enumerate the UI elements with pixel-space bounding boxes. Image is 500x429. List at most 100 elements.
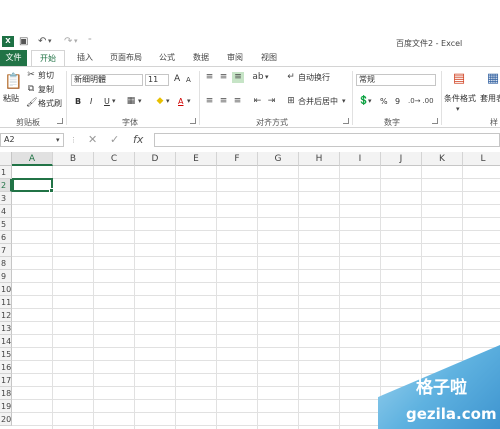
wrap-text-button[interactable]: 自动换行 bbox=[298, 72, 330, 83]
decrease-indent-icon[interactable]: ⇤ bbox=[252, 96, 263, 107]
percent-button[interactable]: % bbox=[380, 96, 388, 107]
tab-view[interactable]: 视图 bbox=[254, 50, 284, 66]
column-header[interactable]: E bbox=[176, 152, 217, 166]
clipboard-launcher-icon[interactable] bbox=[57, 118, 63, 124]
format-as-table-button[interactable]: 套用表格格 bbox=[480, 93, 500, 104]
redo-dropdown-icon[interactable]: ▾ bbox=[74, 36, 78, 47]
align-center-icon[interactable]: ≡ bbox=[218, 96, 229, 107]
conditional-formatting-icon[interactable]: ▤ bbox=[452, 70, 466, 88]
row-header[interactable]: 2 bbox=[0, 179, 12, 192]
merge-center-button[interactable]: 合并后居中 bbox=[298, 96, 338, 107]
row-header[interactable]: 4 bbox=[0, 205, 12, 218]
customize-toolbar-icon[interactable]: ⁼ bbox=[88, 36, 92, 47]
font-color-dropdown-icon[interactable]: ▾ bbox=[187, 96, 191, 107]
column-header[interactable]: A bbox=[12, 152, 53, 166]
select-all-button[interactable] bbox=[0, 152, 12, 166]
column-header[interactable]: C bbox=[94, 152, 135, 166]
paste-icon[interactable]: 📋 bbox=[4, 71, 23, 91]
comma-button[interactable]: 9 bbox=[395, 96, 400, 107]
bold-button[interactable]: B bbox=[75, 96, 81, 107]
wrap-text-icon[interactable]: ↵ bbox=[286, 72, 296, 83]
number-launcher-icon[interactable] bbox=[432, 118, 438, 124]
cut-button[interactable]: 剪切 bbox=[38, 70, 54, 81]
align-bottom-icon[interactable]: ≡ bbox=[232, 72, 244, 83]
fill-color-icon[interactable]: ◆ bbox=[155, 96, 165, 107]
font-name-select[interactable]: 新细明體 bbox=[71, 74, 143, 86]
row-header[interactable]: 12 bbox=[0, 309, 12, 322]
copy-icon[interactable]: ⧉ bbox=[26, 84, 36, 95]
orientation-dropdown-icon[interactable]: ▾ bbox=[265, 72, 269, 83]
tab-review[interactable]: 审阅 bbox=[220, 50, 250, 66]
cut-icon[interactable]: ✂ bbox=[26, 70, 36, 81]
row-header[interactable]: 15 bbox=[0, 348, 12, 361]
copy-button[interactable]: 复制 bbox=[38, 84, 54, 95]
name-box[interactable]: A2 bbox=[0, 133, 64, 147]
decrease-decimal-icon[interactable]: .00 bbox=[422, 96, 434, 107]
row-header[interactable]: 20 bbox=[0, 413, 12, 426]
format-painter-icon[interactable]: 🖌 bbox=[26, 98, 37, 109]
row-header[interactable]: 6 bbox=[0, 231, 12, 244]
fill-dropdown-icon[interactable]: ▾ bbox=[166, 96, 170, 107]
insert-function-icon[interactable]: fx bbox=[133, 133, 143, 147]
format-painter-button[interactable]: 格式刷 bbox=[38, 98, 62, 109]
border-dropdown-icon[interactable]: ▾ bbox=[138, 96, 142, 107]
border-icon[interactable]: ▦ bbox=[126, 96, 136, 107]
font-color-button[interactable]: A bbox=[178, 96, 183, 107]
tab-formulas[interactable]: 公式 bbox=[152, 50, 182, 66]
align-middle-icon[interactable]: ≡ bbox=[218, 72, 229, 83]
enter-icon[interactable]: ✓ bbox=[110, 133, 119, 147]
shrink-font-button[interactable]: A bbox=[186, 75, 191, 86]
row-header[interactable]: 17 bbox=[0, 374, 12, 387]
grow-font-button[interactable]: A bbox=[174, 74, 180, 85]
alignment-launcher-icon[interactable] bbox=[343, 118, 349, 124]
increase-indent-icon[interactable]: ⇥ bbox=[266, 96, 277, 107]
row-header[interactable]: 9 bbox=[0, 270, 12, 283]
column-header[interactable]: H bbox=[299, 152, 340, 166]
tab-page-layout[interactable]: 页面布局 bbox=[104, 50, 148, 66]
italic-button[interactable]: I bbox=[90, 96, 92, 107]
row-header[interactable]: 7 bbox=[0, 244, 12, 257]
format-as-table-icon[interactable]: ▦ bbox=[486, 70, 500, 88]
row-header[interactable]: 18 bbox=[0, 387, 12, 400]
fill-handle[interactable] bbox=[49, 188, 54, 193]
merge-dropdown-icon[interactable]: ▾ bbox=[342, 96, 346, 107]
column-header[interactable]: L bbox=[463, 152, 500, 166]
row-header[interactable]: 5 bbox=[0, 218, 12, 231]
tab-file[interactable]: 文件 bbox=[0, 50, 27, 66]
column-header[interactable]: B bbox=[53, 152, 94, 166]
column-header[interactable]: D bbox=[135, 152, 176, 166]
column-header[interactable]: K bbox=[422, 152, 463, 166]
row-header[interactable]: 8 bbox=[0, 257, 12, 270]
font-launcher-icon[interactable] bbox=[190, 118, 196, 124]
selected-cell[interactable] bbox=[12, 178, 53, 192]
align-top-icon[interactable]: ≡ bbox=[204, 72, 215, 83]
merge-center-icon[interactable]: ⊞ bbox=[286, 96, 296, 107]
underline-button[interactable]: U bbox=[104, 96, 110, 107]
row-header[interactable]: 19 bbox=[0, 400, 12, 413]
increase-decimal-icon[interactable]: .0→ bbox=[408, 96, 421, 107]
font-size-select[interactable]: 11 bbox=[145, 74, 169, 86]
tab-insert[interactable]: 插入 bbox=[70, 50, 100, 66]
column-header[interactable]: I bbox=[340, 152, 381, 166]
row-header[interactable]: 11 bbox=[0, 296, 12, 309]
row-header[interactable]: 14 bbox=[0, 335, 12, 348]
tab-home[interactable]: 开始 bbox=[31, 50, 65, 66]
row-header[interactable]: 1 bbox=[0, 166, 12, 179]
align-right-icon[interactable]: ≡ bbox=[232, 96, 243, 107]
name-box-dropdown-icon[interactable]: ▾ bbox=[56, 135, 60, 146]
column-header[interactable]: J bbox=[381, 152, 422, 166]
undo-icon[interactable]: ↶ bbox=[38, 36, 46, 47]
conditional-formatting-button[interactable]: 条件格式 bbox=[444, 93, 476, 104]
accounting-dropdown-icon[interactable]: ▾ bbox=[368, 96, 372, 107]
formula-input[interactable] bbox=[154, 133, 500, 147]
redo-icon[interactable]: ↷ bbox=[64, 36, 72, 47]
paste-button[interactable]: 粘贴 bbox=[3, 93, 19, 104]
column-header[interactable]: F bbox=[217, 152, 258, 166]
align-left-icon[interactable]: ≡ bbox=[204, 96, 215, 107]
save-icon[interactable]: ▣ bbox=[19, 36, 28, 47]
underline-dropdown-icon[interactable]: ▾ bbox=[112, 96, 116, 107]
orientation-icon[interactable]: ab bbox=[252, 72, 264, 83]
undo-dropdown-icon[interactable]: ▾ bbox=[48, 36, 52, 47]
row-header[interactable]: 13 bbox=[0, 322, 12, 335]
row-header[interactable]: 10 bbox=[0, 283, 12, 296]
